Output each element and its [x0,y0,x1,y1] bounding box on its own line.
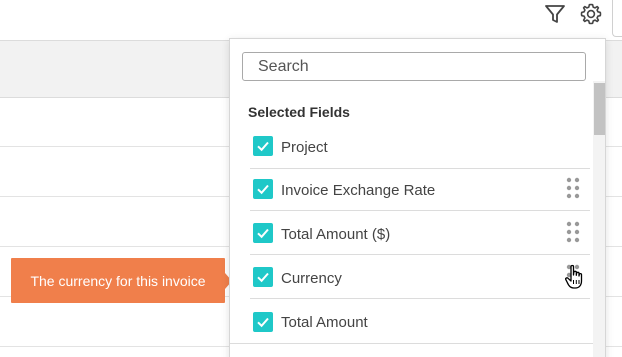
checkmark-icon [257,228,269,239]
drag-handle-icon[interactable] [566,264,580,286]
field-row-invoice-exchange-rate: Invoice Exchange Rate [250,167,590,211]
field-label: Invoice Exchange Rate [281,182,436,199]
field-checkbox-invoice-exchange-rate[interactable] [253,179,273,199]
field-checkbox-currency[interactable] [253,267,273,287]
filter-icon[interactable] [542,1,568,27]
gear-icon[interactable] [578,1,604,27]
field-label: Total Amount ($) [281,226,391,243]
adjacent-control-edge [612,0,622,37]
field-label: Project [281,139,328,156]
field-checkbox-project[interactable] [253,136,273,156]
checkmark-icon [257,272,269,283]
field-row-project: Project [250,125,590,169]
section-title: Selected Fields [248,104,350,120]
page: The currency for this invoice Selected F… [0,0,622,357]
field-checkbox-total-amount-usd[interactable] [253,223,273,243]
checkmark-icon [257,317,269,328]
field-row-total-amount: Total Amount [250,299,590,343]
currency-tooltip: The currency for this invoice [11,258,225,303]
checkmark-icon [257,141,269,152]
drag-handle-icon[interactable] [566,177,580,199]
field-row-currency: Currency [250,255,590,299]
search-input[interactable] [242,52,586,81]
drag-handle-icon[interactable] [566,221,580,243]
scrollbar-thumb[interactable] [594,83,605,135]
checkmark-icon [257,184,269,195]
field-checkbox-total-amount[interactable] [253,312,273,332]
column-settings-panel: Selected Fields Project Invoice Exchange… [229,38,606,357]
list-divider [230,343,593,344]
field-label: Total Amount [281,314,368,331]
field-label: Currency [281,270,342,287]
field-row-total-amount-usd: Total Amount ($) [250,211,590,255]
tooltip-text: The currency for this invoice [30,272,206,289]
